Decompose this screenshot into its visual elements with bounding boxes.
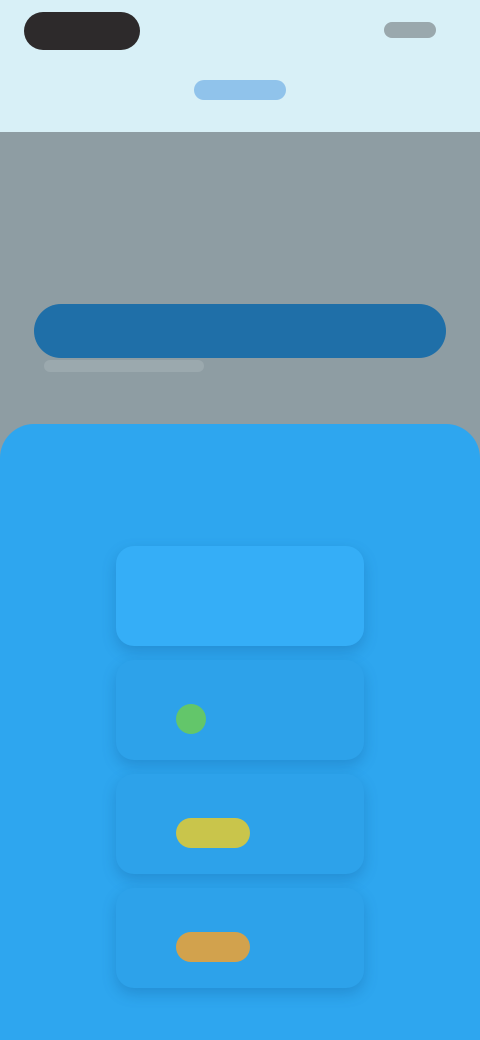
primary-action-button[interactable]	[34, 304, 446, 358]
bottom-sheet	[0, 424, 480, 1040]
yellow-status-pill-icon	[176, 818, 250, 848]
body-text-placeholder	[44, 360, 204, 372]
option-row	[176, 816, 264, 850]
dynamic-island	[24, 12, 140, 50]
option-row	[176, 930, 264, 964]
green-status-dot-icon	[176, 704, 206, 734]
status-icons	[384, 22, 436, 38]
screen	[0, 0, 480, 1040]
option-card-3[interactable]	[116, 774, 364, 874]
option-card-4[interactable]	[116, 888, 364, 988]
option-card-2[interactable]	[116, 660, 364, 760]
orange-status-pill-icon	[176, 932, 250, 962]
option-card-1[interactable]	[116, 546, 364, 646]
tab-active[interactable]	[194, 80, 286, 100]
app-header	[0, 0, 480, 132]
option-row	[176, 702, 220, 736]
